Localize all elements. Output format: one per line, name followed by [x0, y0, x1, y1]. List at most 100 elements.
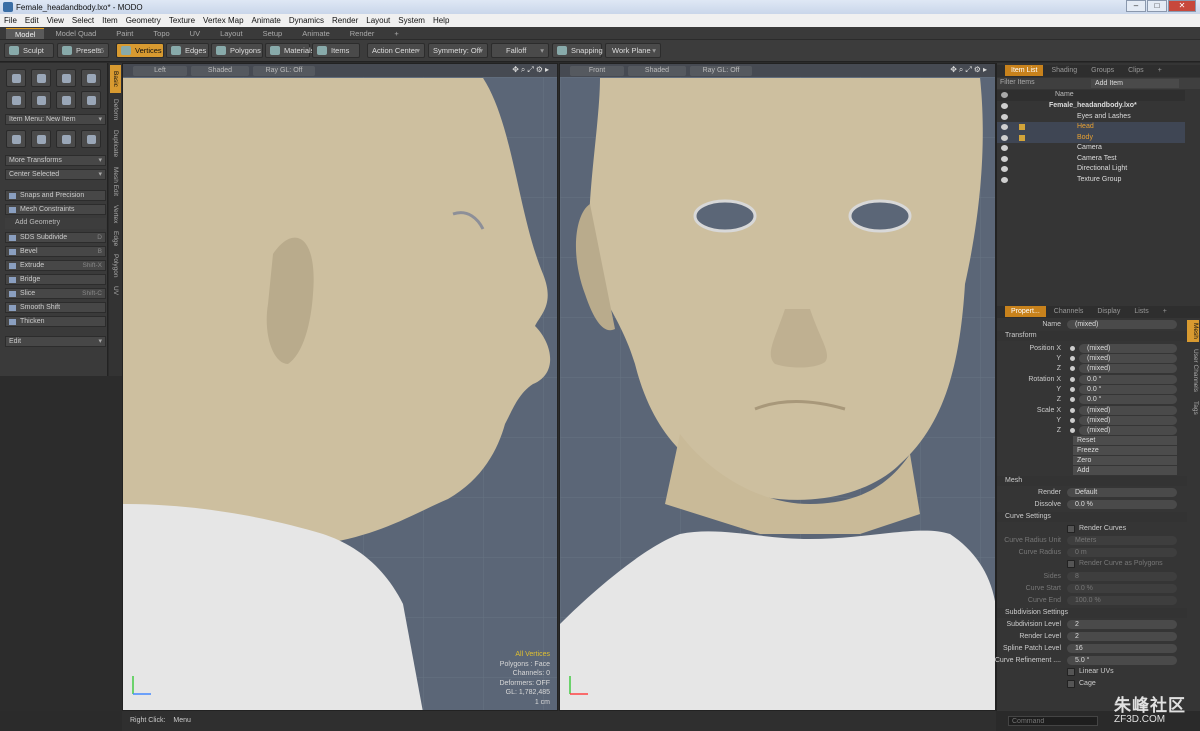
eye-icon[interactable] — [1001, 166, 1008, 172]
tab-edge[interactable]: Edge — [110, 229, 121, 249]
eye-icon[interactable] — [1001, 145, 1008, 151]
tab-topo[interactable]: Topo — [144, 28, 178, 39]
rotate-tool-icon[interactable] — [31, 130, 51, 148]
tab-animate[interactable]: Animate — [293, 28, 339, 39]
add-tab-button[interactable]: + — [1152, 65, 1168, 76]
menu-texture[interactable]: Texture — [165, 16, 199, 25]
keyframe-dot-icon[interactable] — [1070, 366, 1075, 371]
tab-model-quad[interactable]: Model Quad — [46, 28, 105, 39]
list-item[interactable]: Eyes and Lashes — [997, 112, 1185, 123]
menu-file[interactable]: File — [0, 16, 21, 25]
snapping-button[interactable]: Snapping — [552, 43, 603, 58]
more-transforms-dropdown[interactable]: More Transforms ▾ — [5, 155, 106, 166]
add-geometry-header[interactable]: Add Geometry — [5, 218, 106, 229]
viewport-nav-icons[interactable]: ✥⌕⤢⚙▸ — [512, 65, 551, 75]
scale-tool-icon[interactable] — [56, 130, 76, 148]
add-tab-button[interactable]: + — [385, 28, 407, 39]
keyframe-dot-icon[interactable] — [1070, 387, 1075, 392]
tab-setup[interactable]: Setup — [254, 28, 292, 39]
edit-dropdown[interactable]: Edit ▾ — [5, 336, 106, 347]
cage-checkbox[interactable] — [1067, 680, 1075, 688]
edges-mode-button[interactable]: Edges — [166, 43, 209, 58]
mesh-constraints-button[interactable]: Mesh Constraints — [5, 204, 106, 215]
thicken-button[interactable]: Thicken — [5, 316, 106, 327]
render-curve-polygons-checkbox[interactable] — [1067, 560, 1075, 568]
shading-dropdown[interactable]: Shaded — [628, 66, 686, 76]
tab-render[interactable]: Render — [341, 28, 384, 39]
tab-paint[interactable]: Paint — [107, 28, 142, 39]
cube-primitive-icon[interactable] — [6, 69, 26, 87]
menu-select[interactable]: Select — [68, 16, 98, 25]
view-type-dropdown[interactable]: Front — [570, 66, 624, 76]
presets-button[interactable]: Presets F6 — [57, 43, 109, 58]
tab-polygon[interactable]: Polygon — [110, 251, 121, 281]
bridge-button[interactable]: Bridge — [5, 274, 106, 285]
freeze-dropdown[interactable]: Freeze — [1073, 446, 1177, 455]
tab-groups[interactable]: Groups — [1085, 65, 1120, 76]
sculpt-button[interactable]: Sculpt — [4, 43, 54, 58]
dissolve-field[interactable]: 0.0 % — [1067, 500, 1177, 509]
tab-user-channels[interactable]: User Channels — [1187, 345, 1199, 395]
keyframe-dot-icon[interactable] — [1070, 397, 1075, 402]
menu-item[interactable]: Item — [98, 16, 122, 25]
tab-layout[interactable]: Layout — [211, 28, 252, 39]
command-input[interactable] — [1008, 716, 1098, 726]
pen-tool-icon[interactable] — [56, 91, 76, 109]
items-mode-button[interactable]: Items — [312, 43, 360, 58]
list-item[interactable]: Camera — [997, 143, 1185, 154]
ray-gl-dropdown[interactable]: Ray GL: Off — [690, 66, 752, 76]
lock-icon[interactable] — [1019, 134, 1025, 141]
curve-settings-section[interactable]: Curve Settings — [997, 512, 1187, 522]
lock-icon[interactable] — [1019, 124, 1025, 130]
curve-refinement-field[interactable]: 5.0 ° — [1067, 656, 1177, 665]
tab-basic[interactable]: Basic — [110, 65, 121, 93]
eye-icon[interactable] — [1001, 176, 1008, 183]
menu-layout[interactable]: Layout — [362, 16, 394, 25]
cylinder-primitive-icon[interactable] — [56, 69, 76, 87]
filter-items-input[interactable]: Filter Items — [1000, 79, 1035, 86]
text-tool-icon[interactable] — [81, 91, 101, 109]
menu-geometry[interactable]: Geometry — [122, 16, 165, 25]
eye-icon[interactable] — [1001, 134, 1008, 141]
tab-vertex[interactable]: Vertex — [110, 201, 121, 227]
extrude-button[interactable]: Extrude Shift-X — [5, 260, 106, 271]
tab-tags[interactable]: Tags — [1187, 398, 1199, 418]
shading-dropdown[interactable]: Shaded — [191, 66, 249, 76]
polygons-mode-button[interactable]: Polygons — [211, 43, 263, 58]
viewport-nav-icons[interactable]: ✥⌕⤢⚙▸ — [950, 65, 989, 75]
minimize-button[interactable]: – — [1126, 0, 1146, 12]
menu-dynamics[interactable]: Dynamics — [285, 16, 328, 25]
keyframe-dot-icon[interactable] — [1070, 428, 1075, 433]
list-item[interactable]: Directional Light — [997, 164, 1185, 175]
tab-uv[interactable]: UV — [181, 28, 209, 39]
item-menu-dropdown[interactable]: Item Menu: New Item ▾ — [5, 114, 106, 125]
render-dropdown[interactable]: Default — [1067, 488, 1177, 497]
list-item[interactable]: Female_headandbody.lxo* — [997, 101, 1185, 112]
ray-gl-dropdown[interactable]: Ray GL: Off — [253, 66, 315, 76]
zero-dropdown[interactable]: Zero — [1073, 456, 1177, 465]
eye-icon[interactable] — [1001, 113, 1008, 120]
cone-primitive-icon[interactable] — [81, 69, 101, 87]
menu-view[interactable]: View — [43, 16, 68, 25]
smooth-shift-button[interactable]: Smooth Shift — [5, 302, 106, 313]
linear-uvs-checkbox[interactable] — [1067, 668, 1075, 676]
tab-shading[interactable]: Shading — [1045, 65, 1083, 76]
tab-channels[interactable]: Channels — [1048, 306, 1090, 317]
work-plane-dropdown[interactable]: Work Plane ▾ — [605, 43, 661, 58]
render-curves-checkbox[interactable] — [1067, 525, 1075, 533]
keyframe-dot-icon[interactable] — [1070, 408, 1075, 413]
menu-system[interactable]: System — [394, 16, 429, 25]
close-button[interactable]: ✕ — [1168, 0, 1196, 12]
tab-properties[interactable]: Propert... — [1005, 306, 1046, 317]
menu-animate[interactable]: Animate — [248, 16, 285, 25]
move-tool-icon[interactable] — [6, 130, 26, 148]
view-type-dropdown[interactable]: Left — [133, 66, 187, 76]
tab-display[interactable]: Display — [1091, 306, 1126, 317]
tab-model[interactable]: Model — [6, 27, 45, 39]
action-center-dropdown[interactable]: Action Center ▾ — [367, 43, 425, 58]
subdivision-settings-section[interactable]: Subdivision Settings — [997, 608, 1187, 618]
keyframe-dot-icon[interactable] — [1070, 418, 1075, 423]
keyframe-dot-icon[interactable] — [1070, 377, 1075, 382]
tab-item-list[interactable]: Item List — [1005, 65, 1044, 76]
menu-render[interactable]: Render — [328, 16, 362, 25]
